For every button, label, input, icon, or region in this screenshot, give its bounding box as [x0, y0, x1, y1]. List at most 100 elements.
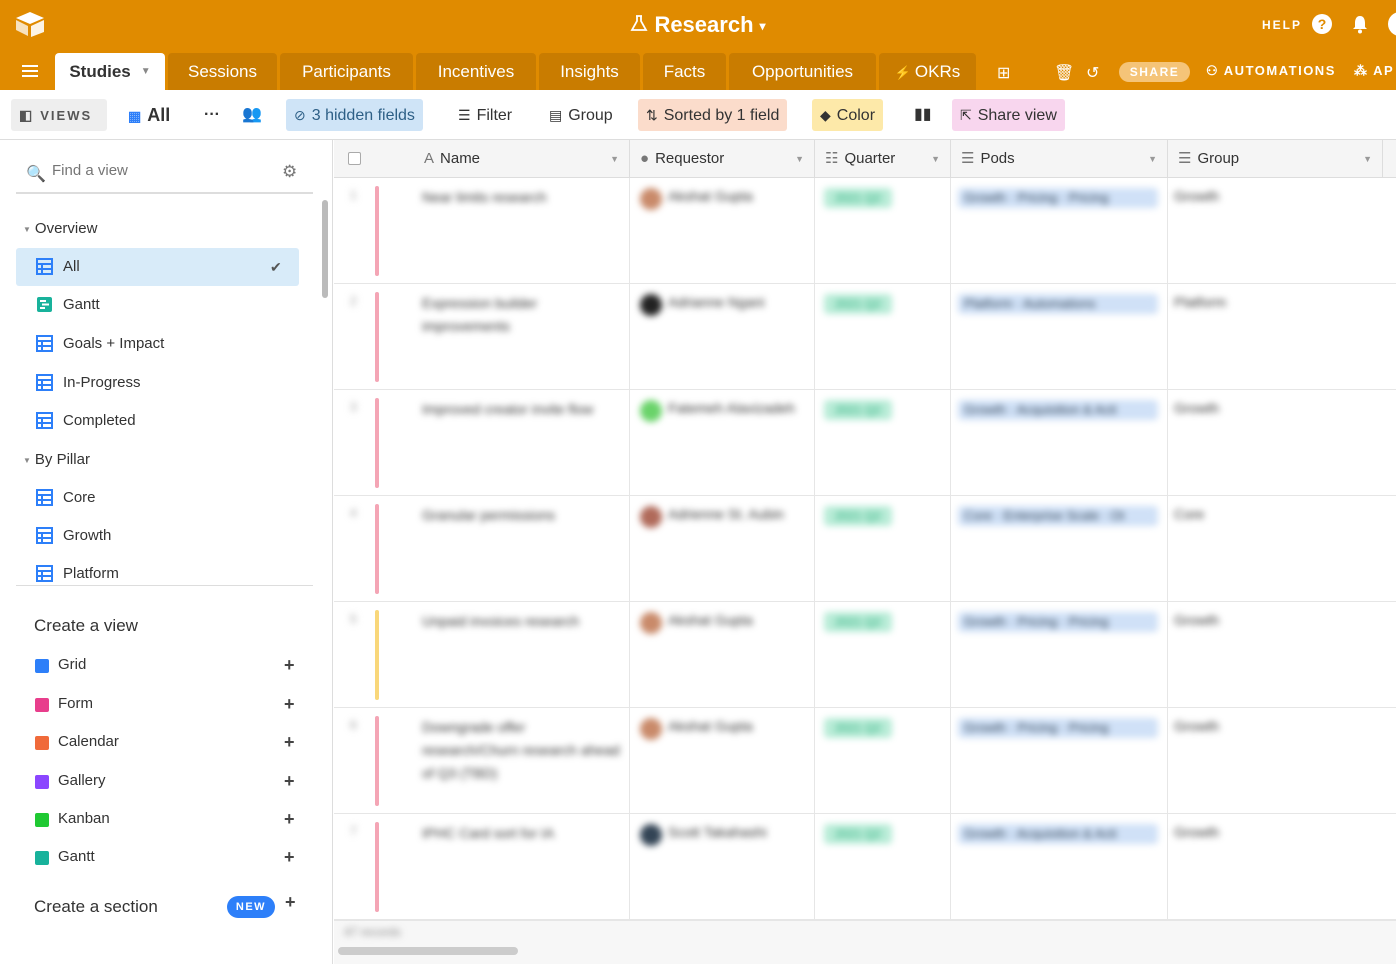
table-row[interactable]: 3 Improved creator invite flow Fatemeh Ala…	[334, 390, 1396, 496]
select-all-checkbox[interactable]	[348, 152, 361, 165]
tab-studies[interactable]: Studies ▼	[55, 53, 165, 90]
sidebar-view-core[interactable]: Core	[16, 479, 299, 517]
create-gallery-view[interactable]: Gallery +	[16, 762, 306, 800]
table-row[interactable]: 7 IPHC Card sort for IA Scott Takahashi 202…	[334, 814, 1396, 920]
tab-participants[interactable]: Participants	[280, 53, 413, 90]
cell-quarter[interactable]: 2021 Q2	[824, 400, 892, 420]
cell-requestor[interactable]: Akshat Gupta	[668, 612, 814, 628]
cell-quarter[interactable]: 2021 Q2	[824, 612, 892, 632]
views-toggle-button[interactable]: ◧ VIEWS	[11, 99, 107, 131]
section-by-pillar[interactable]: ▼ By Pillar	[23, 451, 90, 468]
table-row[interactable]: 1 Near limits research Akshat Gupta 2021 Q2…	[334, 178, 1396, 284]
cell-requestor[interactable]: Adrienne St. Aubin	[668, 506, 814, 522]
cell-quarter[interactable]: 2021 Q2	[824, 188, 892, 208]
cell-name[interactable]: Unpaid invoices research	[422, 610, 622, 633]
create-section-button[interactable]: Create a section	[34, 897, 158, 917]
tab-insights[interactable]: Insights	[539, 53, 640, 90]
cell-pods[interactable]: Growth · Acquisition & Acti	[958, 824, 1158, 844]
cell-pods[interactable]: Core · Enterprise Scale · Ot	[958, 506, 1158, 526]
color-button[interactable]: ◆ Color	[812, 99, 884, 131]
cell-group[interactable]: Growth	[1174, 612, 1219, 628]
tab-opportunities[interactable]: Opportunities	[729, 53, 876, 90]
create-form-view[interactable]: Form +	[16, 685, 306, 723]
hidden-fields-button[interactable]: ⊘ 3 hidden fields	[286, 99, 423, 131]
automations-button[interactable]: ⚇ AUTOMATIONS	[1206, 63, 1336, 79]
cell-pods[interactable]: Growth · Pricing · Pricing	[958, 188, 1158, 208]
base-title[interactable]: Research ▾	[0, 12, 1396, 38]
row-height-icon[interactable]: ▮▮	[906, 99, 940, 131]
section-overview[interactable]: ▼ Overview	[23, 220, 97, 237]
horizontal-scrollbar[interactable]	[338, 947, 518, 955]
tab-okrs[interactable]: ⚡ OKRs	[879, 53, 976, 90]
cell-group[interactable]: Growth	[1174, 400, 1219, 416]
cell-group[interactable]: Platform	[1174, 294, 1226, 310]
sidebar-scrollbar[interactable]	[322, 200, 328, 298]
cell-requestor[interactable]: Akshat Gupta	[668, 718, 814, 734]
share-button[interactable]: SHARE	[1119, 62, 1190, 82]
column-header-group[interactable]: ☰ Group ▼	[1168, 140, 1383, 178]
sidebar-view-goals-impact[interactable]: Goals + Impact	[16, 325, 299, 363]
gear-icon[interactable]: ⚙	[282, 162, 297, 182]
cell-name[interactable]: Granular permissions	[422, 504, 622, 527]
add-table-icon[interactable]: ⊞	[997, 63, 1010, 83]
history-icon[interactable]: ↺	[1086, 63, 1099, 83]
bell-icon[interactable]	[1351, 14, 1369, 34]
create-gantt-view[interactable]: Gantt +	[16, 838, 306, 876]
cell-name[interactable]: Near limits research	[422, 186, 622, 209]
cell-quarter[interactable]: 2021 Q2	[824, 294, 892, 314]
sidebar-view-growth[interactable]: Growth	[16, 517, 299, 555]
plus-icon[interactable]: +	[285, 892, 296, 913]
table-row[interactable]: 6 Downgrade offer research/Churn research…	[334, 708, 1396, 814]
cell-group[interactable]: Core	[1174, 506, 1204, 522]
table-row[interactable]: 2 Expression builder improvements Adrianne…	[334, 284, 1396, 390]
cell-group[interactable]: Growth	[1174, 824, 1219, 840]
cell-group[interactable]: Growth	[1174, 188, 1219, 204]
cell-pods[interactable]: Growth · Pricing · Pricing	[958, 718, 1158, 738]
cell-pods[interactable]: Growth · Acquisition & Acti	[958, 400, 1158, 420]
table-row[interactable]: 4 Granular permissions Adrienne St. Aubin 2…	[334, 496, 1396, 602]
collaborators-icon[interactable]: 👥	[234, 99, 270, 131]
view-more-button[interactable]: ···	[196, 99, 228, 131]
cell-quarter[interactable]: 2021 Q2	[824, 718, 892, 738]
cell-quarter[interactable]: 2021 Q2	[824, 824, 892, 844]
sidebar-view-in-progress[interactable]: In-Progress	[16, 364, 299, 402]
cell-requestor[interactable]: Fatemeh Alavizadeh	[668, 400, 814, 416]
sidebar-view-all[interactable]: All ✔	[16, 248, 299, 286]
hamburger-menu-icon[interactable]	[22, 65, 38, 79]
sort-button[interactable]: ⇅ Sorted by 1 field	[638, 99, 788, 131]
create-calendar-view[interactable]: Calendar +	[16, 723, 306, 761]
cell-requestor[interactable]: Scott Takahashi	[668, 824, 814, 840]
column-header-pods[interactable]: ☰ Pods ▼	[951, 140, 1168, 178]
current-view-button[interactable]: ▦ All	[120, 99, 178, 131]
create-grid-view[interactable]: Grid +	[16, 646, 306, 684]
share-view-button[interactable]: ⇱ Share view	[952, 99, 1065, 131]
cell-pods[interactable]: Platform · Automations	[958, 294, 1158, 314]
filter-button[interactable]: ☰ Filter	[450, 99, 520, 131]
cell-pods[interactable]: Growth · Pricing · Pricing	[958, 612, 1158, 632]
apps-button[interactable]: ⁂ AP	[1354, 63, 1394, 79]
sidebar-view-completed[interactable]: Completed	[16, 402, 299, 440]
table-row[interactable]: 5 Unpaid invoices research Akshat Gupta 202…	[334, 602, 1396, 708]
cell-requestor[interactable]: Adrianne Ngani	[668, 294, 814, 310]
column-header-quarter[interactable]: ☷ Quarter ▼	[815, 140, 951, 178]
column-header-requestor[interactable]: ● Requestor ▼	[630, 140, 815, 178]
find-view-input[interactable]	[52, 162, 272, 179]
cell-requestor[interactable]: Akshat Gupta	[668, 188, 814, 204]
cell-quarter[interactable]: 2021 Q2	[824, 506, 892, 526]
cell-name[interactable]: Improved creator invite flow	[422, 398, 622, 421]
cell-name[interactable]: Expression builder improvements	[422, 292, 622, 338]
sidebar-view-gantt[interactable]: Gantt	[16, 286, 299, 324]
trash-icon[interactable]: 🗑	[1054, 63, 1074, 83]
column-header-name[interactable]: A Name ▼	[414, 140, 630, 178]
help-icon[interactable]: ?	[1312, 14, 1332, 34]
sidebar-view-platform[interactable]: Platform	[16, 555, 299, 593]
cell-group[interactable]: Growth	[1174, 718, 1219, 734]
cell-name[interactable]: IPHC Card sort for IA	[422, 822, 622, 845]
create-kanban-view[interactable]: Kanban +	[16, 800, 306, 838]
group-button[interactable]: ▤ Group	[541, 99, 621, 131]
cell-name[interactable]: Downgrade offer research/Churn research …	[422, 716, 622, 785]
help-label[interactable]: HELP	[1262, 18, 1302, 32]
tab-incentives[interactable]: Incentives	[416, 53, 536, 90]
tab-facts[interactable]: Facts	[643, 53, 726, 90]
tab-sessions[interactable]: Sessions	[168, 53, 277, 90]
